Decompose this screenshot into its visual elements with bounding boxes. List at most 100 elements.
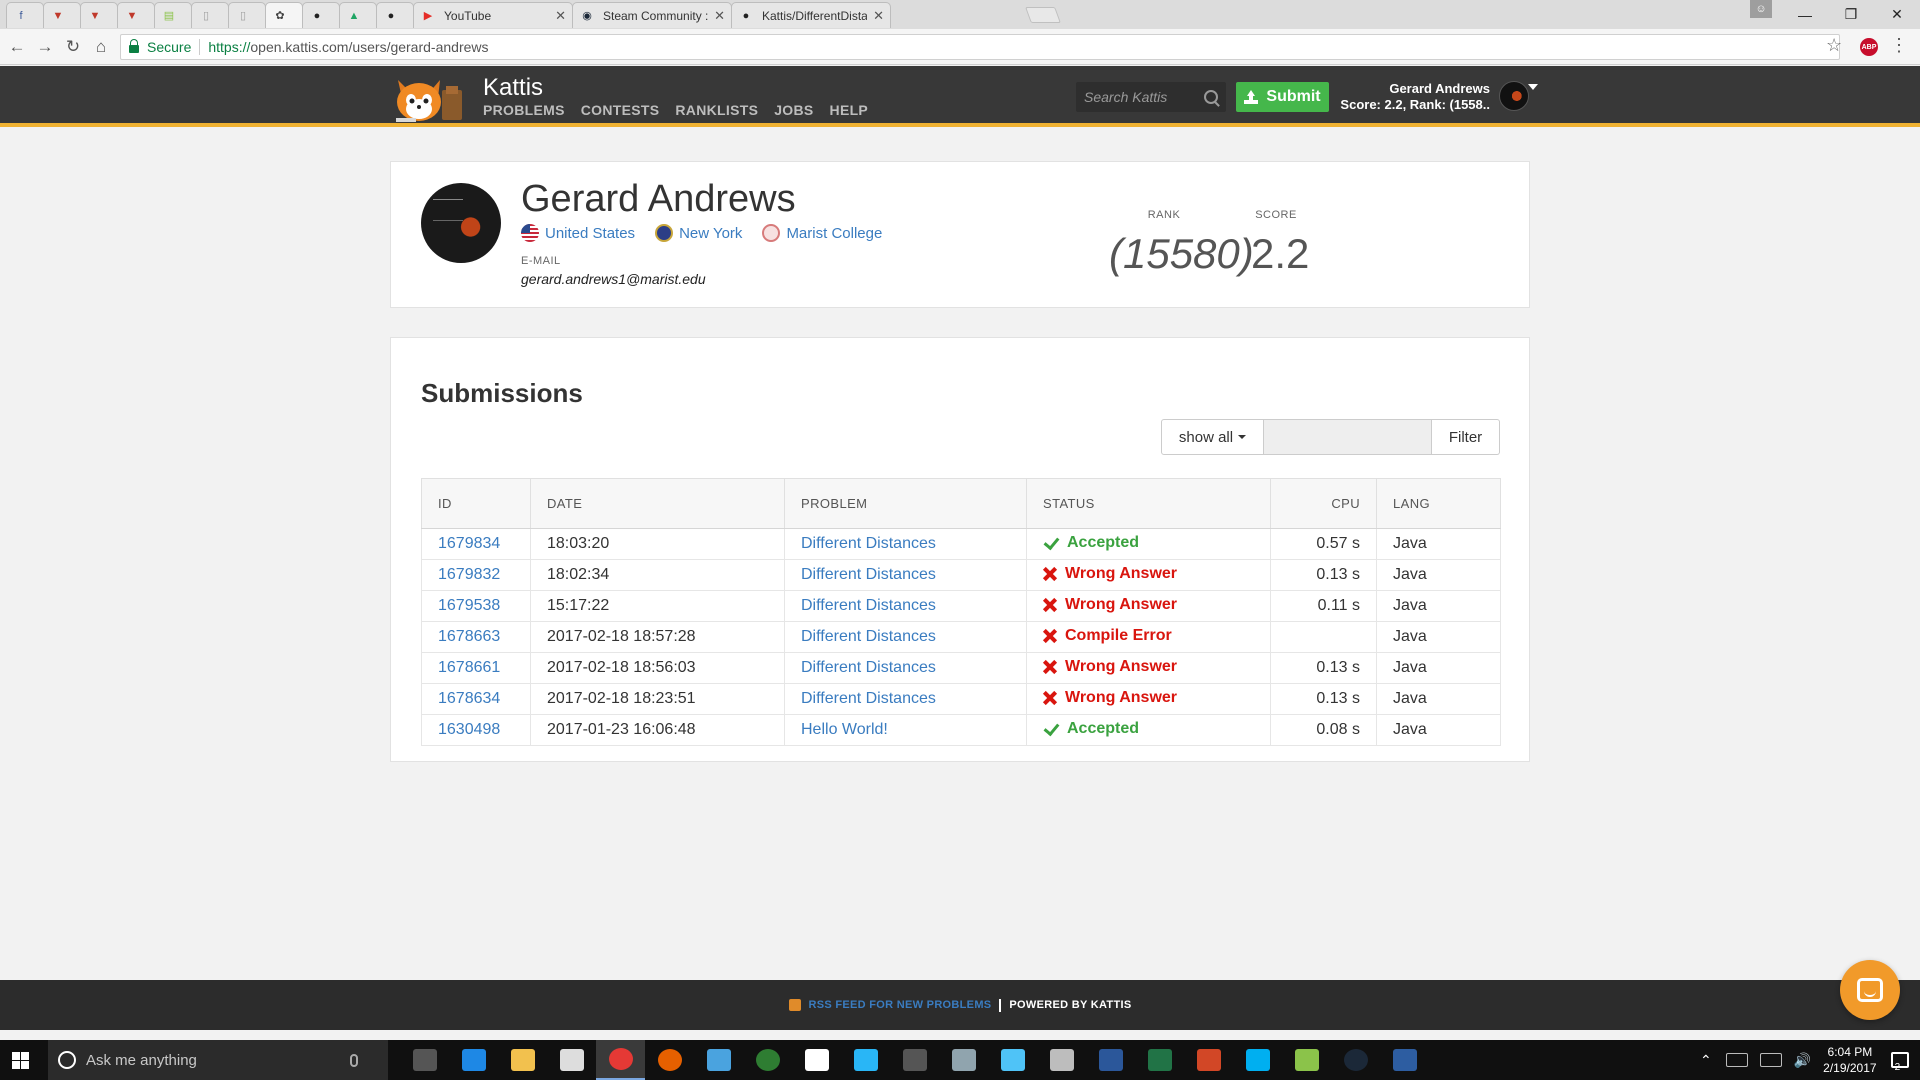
tab-close-icon[interactable]: ✕	[555, 8, 566, 24]
forward-icon[interactable]: →	[34, 36, 56, 58]
restore-icon[interactable]: ❐	[1828, 0, 1874, 29]
filter-input[interactable]	[1264, 419, 1432, 455]
nav-help[interactable]: HELP	[830, 102, 869, 118]
back-icon[interactable]: ←	[6, 36, 28, 58]
browser-tab[interactable]: ✿	[265, 2, 303, 28]
kattis-logo[interactable]	[390, 72, 470, 124]
paint-icon[interactable]	[1037, 1040, 1086, 1080]
powershell-icon[interactable]	[1380, 1040, 1429, 1080]
notepad-icon[interactable]	[1282, 1040, 1331, 1080]
submission-id-link[interactable]: 1678634	[438, 690, 500, 707]
rss-feed-link[interactable]: RSS FEED FOR NEW PROBLEMS	[809, 999, 992, 1011]
problem-link[interactable]: Different Distances	[801, 597, 936, 614]
circle-app-icon[interactable]	[743, 1040, 792, 1080]
problem-link[interactable]: Different Distances	[801, 535, 936, 552]
show-all-dropdown[interactable]: show all	[1161, 419, 1264, 455]
school-link[interactable]: Marist College	[762, 224, 882, 242]
steam-icon[interactable]	[1331, 1040, 1380, 1080]
search-icon[interactable]	[1204, 90, 1218, 104]
col-id[interactable]: ID	[421, 478, 531, 529]
user-menu[interactable]: Gerard Andrews Score: 2.2, Rank: (1558..	[1340, 81, 1490, 113]
close-window-icon[interactable]: ✕	[1874, 0, 1920, 29]
word-icon[interactable]	[1086, 1040, 1135, 1080]
home-icon[interactable]	[792, 1040, 841, 1080]
tab-close-icon[interactable]: ✕	[714, 8, 725, 24]
firefox-icon[interactable]	[645, 1040, 694, 1080]
browser-menu-icon[interactable]: ⋮	[1890, 35, 1908, 56]
filter-button[interactable]: Filter	[1432, 419, 1500, 455]
battery-icon[interactable]	[1725, 1053, 1748, 1067]
nav-jobs[interactable]: JOBS	[774, 102, 813, 118]
browser-tab[interactable]: f	[6, 2, 44, 28]
country-link[interactable]: United States	[521, 224, 635, 242]
browser-tab[interactable]: ▼	[43, 2, 81, 28]
store-icon[interactable]	[547, 1040, 596, 1080]
submission-id-link[interactable]: 1679832	[438, 566, 500, 583]
site-brand[interactable]: Kattis	[483, 74, 543, 102]
task-view-icon[interactable]	[400, 1040, 449, 1080]
problem-link[interactable]: Different Distances	[801, 566, 936, 583]
excel-icon[interactable]	[1135, 1040, 1184, 1080]
user-avatar[interactable]	[1499, 81, 1529, 111]
problem-link[interactable]: Hello World!	[801, 721, 888, 738]
terminal-icon[interactable]	[890, 1040, 939, 1080]
nav-ranklists[interactable]: RANKLISTS	[675, 102, 758, 118]
search-input[interactable]	[1084, 89, 1202, 105]
problem-link[interactable]: Different Distances	[801, 628, 936, 645]
powerpoint-icon[interactable]	[1184, 1040, 1233, 1080]
browser-tab[interactable]: ◉ Steam Community :: Guic ✕	[572, 2, 732, 28]
col-cpu[interactable]: CPU	[1270, 478, 1377, 529]
submission-id-link[interactable]: 1678661	[438, 659, 500, 676]
tab-close-icon[interactable]: ✕	[873, 8, 884, 24]
browser-tab[interactable]: ▼	[80, 2, 118, 28]
file-explorer-icon[interactable]	[498, 1040, 547, 1080]
skype-icon[interactable]	[1233, 1040, 1282, 1080]
browser-tab[interactable]: ▤	[154, 2, 192, 28]
blue-app-icon[interactable]	[841, 1040, 890, 1080]
browser-tab[interactable]: ●	[302, 2, 340, 28]
nav-problems[interactable]: PROBLEMS	[483, 102, 565, 118]
network-icon[interactable]	[988, 1040, 1037, 1080]
browser-tab[interactable]: ▯	[191, 2, 229, 28]
computer-icon[interactable]	[694, 1040, 743, 1080]
volume-icon[interactable]: 🔊	[1794, 1052, 1811, 1069]
browser-profile-icon[interactable]: ☺	[1750, 0, 1772, 18]
new-tab-button[interactable]	[1025, 7, 1061, 23]
minimize-icon[interactable]: —	[1782, 0, 1828, 29]
edge-icon[interactable]	[449, 1040, 498, 1080]
browser-tab[interactable]: ▼	[117, 2, 155, 28]
address-bar[interactable]: Secure https://open.kattis.com/users/ger…	[120, 34, 1840, 60]
browser-tab[interactable]: ▲	[339, 2, 377, 28]
adblock-icon[interactable]: ABP	[1860, 38, 1878, 56]
browser-tab[interactable]: ●	[376, 2, 414, 28]
chevron-up-icon[interactable]: ⌃	[1700, 1052, 1712, 1069]
browser-tab[interactable]: ● Kattis/DifferentDistance: ✕	[731, 2, 891, 28]
windows-start-icon[interactable]	[12, 1052, 29, 1069]
calculator-icon[interactable]	[939, 1040, 988, 1080]
nav-contests[interactable]: CONTESTS	[581, 102, 660, 118]
submission-id-link[interactable]: 1630498	[438, 721, 500, 738]
submission-id-link[interactable]: 1678663	[438, 628, 500, 645]
chevron-down-icon[interactable]	[1528, 84, 1538, 90]
keyboard-icon[interactable]	[1759, 1053, 1782, 1067]
submit-button[interactable]: Submit	[1236, 82, 1329, 112]
region-link[interactable]: New York	[655, 224, 742, 242]
microphone-icon[interactable]	[350, 1053, 358, 1067]
submission-id-link[interactable]: 1679834	[438, 535, 500, 552]
col-problem[interactable]: PROBLEM	[784, 478, 1027, 529]
submission-id-link[interactable]: 1679538	[438, 597, 500, 614]
chat-icon[interactable]	[1840, 960, 1900, 1020]
home-icon[interactable]: ⌂	[90, 36, 112, 58]
col-date[interactable]: DATE	[530, 478, 785, 529]
problem-link[interactable]: Different Distances	[801, 659, 936, 676]
col-status[interactable]: STATUS	[1026, 478, 1271, 529]
chrome-icon[interactable]	[596, 1040, 645, 1080]
browser-tab[interactable]: ▯	[228, 2, 266, 28]
col-lang[interactable]: LANG	[1376, 478, 1501, 529]
cortana-search-input[interactable]	[86, 1051, 346, 1069]
problem-link[interactable]: Different Distances	[801, 690, 936, 707]
browser-tab[interactable]: ▶ YouTube ✕	[413, 2, 573, 28]
reload-icon[interactable]: ↻	[62, 36, 84, 58]
clock[interactable]: 6:04 PM 2/19/2017	[1823, 1044, 1876, 1076]
bookmark-star-icon[interactable]: ☆	[1826, 35, 1842, 56]
